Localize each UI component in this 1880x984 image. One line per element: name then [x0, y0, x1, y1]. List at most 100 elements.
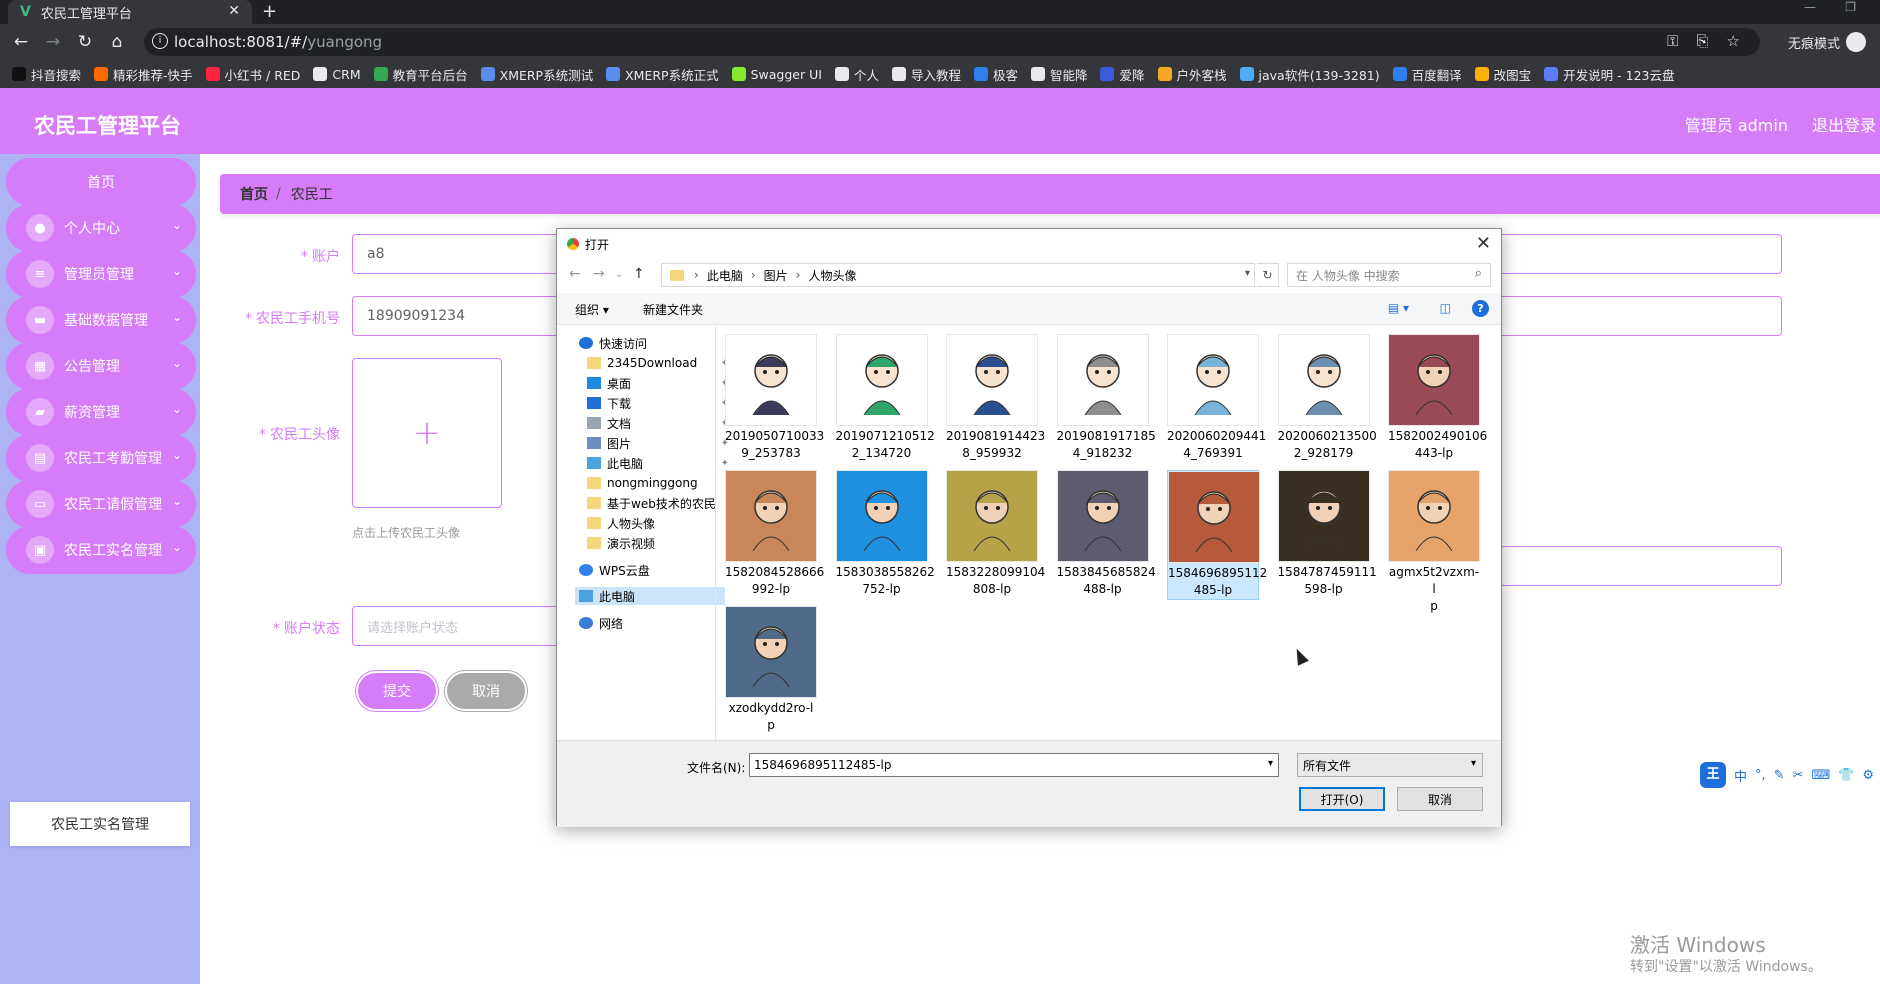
bookmark-item[interactable]: 个人	[834, 65, 879, 84]
minimize-icon[interactable]: —	[1804, 0, 1816, 14]
reload-icon[interactable]: ↻	[74, 32, 96, 52]
dialog-cancel-button[interactable]: 取消	[1397, 787, 1483, 811]
sidebar-item-6[interactable]: ▤ 农民工考勤管理 ⌄	[6, 434, 196, 482]
sidebar-item-3[interactable]: ▬ 基础数据管理 ⌄	[6, 296, 196, 344]
file-item[interactable]: 1584696895112 485-lp	[1167, 470, 1267, 600]
url-input[interactable]: i localhost:8081/#/yuangong	[144, 28, 1760, 56]
file-item[interactable]: xzodkydd2ro-l p	[725, 606, 817, 734]
sidebar-item-8[interactable]: ▣ 农民工实名管理 ⌄	[6, 526, 196, 574]
ime-toolbar[interactable]: 王 中 °, ✎ ✂ ⌨ 👕 ⚙	[1700, 762, 1874, 788]
bookmark-item[interactable]: 抖音搜索	[12, 65, 81, 84]
dialog-search-input[interactable]: 在 人物头像 中搜索 ⌕	[1287, 263, 1491, 287]
bookmark-item[interactable]: 智能降	[1030, 65, 1087, 84]
ime-tool-icon[interactable]: 👕	[1838, 768, 1854, 783]
bookmark-item[interactable]: 开发说明 - 123云盘	[1544, 65, 1675, 84]
tree-item[interactable]: 2345Download✦	[583, 354, 733, 372]
help-icon[interactable]: ?	[1472, 300, 1489, 317]
bookmark-item[interactable]: 小红书 / RED	[205, 65, 300, 84]
new-folder-button[interactable]: 新建文件夹	[643, 301, 703, 318]
ime-tool-icon[interactable]: ⚙	[1862, 768, 1874, 783]
filetype-select[interactable]: 所有文件 ▾	[1297, 753, 1483, 777]
tab-close-icon[interactable]: ✕	[228, 3, 240, 19]
tree-item[interactable]: 文档✦	[583, 414, 733, 432]
dialog-open-button[interactable]: 打开(O)	[1299, 787, 1385, 811]
file-item[interactable]: 1583845685824 488-lp	[1056, 470, 1156, 598]
tree-item[interactable]: 此电脑 ✦	[583, 454, 733, 472]
bookmark-item[interactable]: Swagger UI	[731, 67, 822, 82]
file-item[interactable]: 2019050710033 9_253783	[725, 334, 824, 462]
path-seg-1[interactable]: 图片	[764, 267, 788, 284]
bookmark-item[interactable]: java软件(139-3281)	[1239, 65, 1380, 84]
path-seg-2[interactable]: 人物头像	[808, 267, 856, 284]
view-options-icon[interactable]: ▤ ▾	[1388, 301, 1409, 315]
ime-tool-icon[interactable]: °,	[1755, 768, 1766, 783]
sidebar-item-5[interactable]: ▰ 薪资管理 ⌄	[6, 388, 196, 436]
preview-pane-icon[interactable]: ◫	[1440, 301, 1451, 315]
bookmark-item[interactable]: CRM	[313, 67, 361, 82]
status-select[interactable]: 请选择账户状态	[352, 606, 562, 646]
bookmark-item[interactable]: XMERP系统测试	[480, 65, 593, 84]
sidebar-subitem-realname[interactable]: 农民工实名管理	[10, 802, 190, 846]
dialog-up-icon[interactable]: ↑	[633, 266, 645, 282]
dialog-forward-icon[interactable]: →	[593, 266, 605, 282]
ime-tool-icon[interactable]: 中	[1734, 766, 1747, 785]
hidden-field-input[interactable]	[1500, 546, 1782, 586]
dialog-path-bar[interactable]: › 此电脑 › 图片 › 人物头像 ▾	[661, 263, 1255, 287]
back-icon[interactable]: ←	[10, 32, 32, 52]
file-item[interactable]: 1584787459111 598-lp	[1277, 470, 1377, 598]
bookmark-item[interactable]: XMERP系统正式	[606, 65, 719, 84]
sidebar-item-home[interactable]: 首页	[6, 158, 196, 206]
filename-input[interactable]: 1584696895112485-lp ▾	[749, 753, 1279, 777]
forward-icon[interactable]: →	[42, 32, 64, 52]
translate-icon[interactable]: ⎘	[1697, 32, 1709, 50]
file-item[interactable]: 2020060213500 2_928179	[1277, 334, 1377, 462]
incognito-indicator[interactable]: 无痕模式	[1788, 32, 1866, 52]
cancel-button[interactable]: 取消	[445, 671, 527, 711]
info-icon[interactable]: i	[152, 33, 168, 49]
submit-button[interactable]: 提交	[356, 671, 438, 711]
tree-item[interactable]: 图片 ✦	[583, 434, 733, 452]
ime-tool-icon[interactable]: ✎	[1774, 768, 1785, 783]
file-item[interactable]: 1583038558262 752-lp	[835, 470, 935, 598]
dialog-close-icon[interactable]: ✕	[1476, 233, 1491, 254]
file-item[interactable]: 2020060209441 4_769391	[1167, 334, 1266, 462]
file-item[interactable]: agmx5t2vzxm-l p	[1388, 470, 1480, 615]
dialog-refresh-icon[interactable]: ↻	[1257, 263, 1279, 287]
bookmark-item[interactable]: 精彩推荐-快手	[94, 65, 193, 84]
path-dropdown-icon[interactable]: ▾	[1245, 268, 1250, 279]
tree-item[interactable]: 人物头像	[583, 514, 733, 532]
sidebar-item-2[interactable]: ≡ 管理员管理 ⌄	[6, 250, 196, 298]
maximize-icon[interactable]: ❐	[1845, 0, 1856, 14]
file-item[interactable]: 2019081914423 8_959932	[946, 334, 1045, 462]
home-icon[interactable]: ⌂	[106, 32, 128, 52]
bookmark-item[interactable]: 教育平台后台	[373, 65, 468, 84]
sidebar-item-4[interactable]: ▦ 公告管理 ⌄	[6, 342, 196, 390]
bookmark-item[interactable]: 导入教程	[891, 65, 961, 84]
ime-tool-icon[interactable]: ✂	[1793, 768, 1804, 783]
tree-item[interactable]: 网络	[575, 614, 725, 632]
file-item[interactable]: 1583228099104 808-lp	[946, 470, 1045, 598]
new-tab-icon[interactable]: +	[262, 1, 277, 22]
tree-item[interactable]: 此电脑	[575, 587, 725, 605]
tree-item[interactable]: 演示视频	[583, 534, 733, 552]
tree-item[interactable]: 基于web技术的农民	[583, 494, 733, 512]
path-seg-0[interactable]: 此电脑	[707, 267, 743, 284]
bookmark-item[interactable]: 户外客栈	[1157, 65, 1227, 84]
dialog-recent-icon[interactable]: ⌄	[615, 269, 623, 280]
tree-item[interactable]: 桌面✦	[583, 374, 733, 392]
bookmark-item[interactable]: 极客	[973, 65, 1018, 84]
bookmark-item[interactable]: 百度翻译	[1392, 65, 1462, 84]
browser-tab[interactable]: V 农民工管理平台 ✕	[8, 0, 252, 24]
logout-link[interactable]: 退出登录	[1812, 112, 1876, 136]
file-item[interactable]: 2019071210512 2_134720	[835, 334, 935, 462]
sidebar-item-1[interactable]: ● 个人中心 ⌄	[6, 204, 196, 252]
avatar-upload[interactable]: +	[352, 358, 502, 508]
sidebar-item-7[interactable]: ▭ 农民工请假管理 ⌄	[6, 480, 196, 528]
ime-logo-icon[interactable]: 王	[1700, 762, 1726, 788]
bookmark-item[interactable]: 爱降	[1100, 65, 1145, 84]
file-item[interactable]: 2019081917185 4_918232	[1056, 334, 1156, 462]
filename-dropdown-icon[interactable]: ▾	[1268, 758, 1273, 769]
ime-tool-icon[interactable]: ⌨	[1811, 768, 1830, 783]
bookmark-item[interactable]: 改图宝	[1474, 65, 1531, 84]
organize-menu[interactable]: 组织 ▾	[575, 301, 609, 318]
